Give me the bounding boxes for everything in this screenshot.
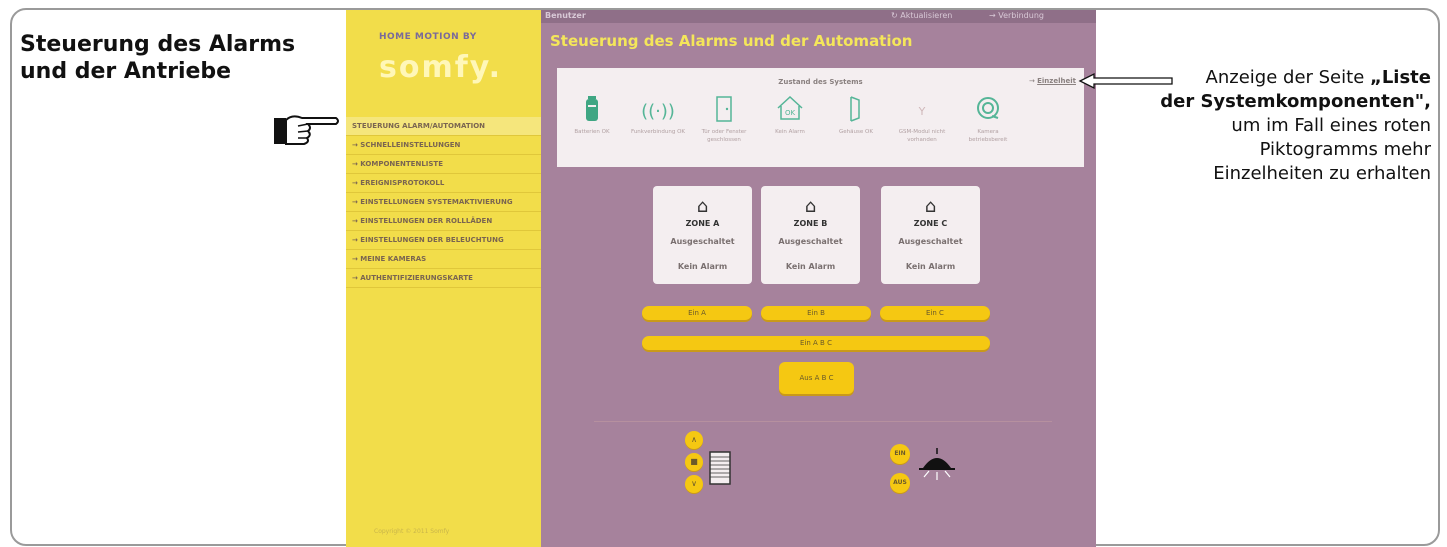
shutter-up-button[interactable]: ∧ (685, 431, 703, 449)
zone-c-card[interactable]: ⌂ ZONE C Ausgeschaltet Kein Alarm (881, 186, 980, 284)
menu-item-authentifizierungskarte[interactable]: → AUTHENTIFIZIERUNGSKARTE (346, 269, 541, 288)
heading-line-1: Steuerung des Alarms (20, 32, 296, 57)
status-item-house: OK Kein Alarm (761, 95, 819, 136)
zone-state: Ausgeschaltet (778, 237, 843, 246)
logo-tagline: HOME MOTION BY (379, 32, 477, 42)
zone-name: ZONE B (793, 219, 828, 228)
callout-line-4: Piktogramms mehr (1259, 139, 1431, 160)
callout-line-3: um im Fall eines roten (1231, 115, 1431, 136)
detail-link-label: Einzelheit (1037, 77, 1076, 85)
zone-b-card[interactable]: ⌂ ZONE B Ausgeschaltet Kein Alarm (761, 186, 860, 284)
callout-text: Anzeige der Seite „Liste der Systemkompo… (1111, 66, 1431, 186)
status-item-door: Tür oder Fenster geschlossen (695, 96, 753, 144)
heading-line-2: und der Antriebe (20, 59, 232, 84)
menu-item-kameras[interactable]: → MEINE KAMERAS (346, 250, 541, 269)
door-icon (695, 96, 753, 128)
ein-abc-button[interactable]: Ein A B C (642, 336, 990, 350)
divider (594, 421, 1052, 422)
somfy-logo: somfy. (379, 50, 502, 85)
callout-bold-2: der Systemkomponenten", (1160, 91, 1431, 112)
ein-c-button[interactable]: Ein C (880, 306, 990, 320)
light-off-button[interactable]: AUS (890, 473, 910, 493)
zone-state: Ausgeschaltet (670, 237, 735, 246)
lamp-icon (919, 448, 955, 480)
status-label: Kein Alarm (775, 129, 805, 135)
zone-name: ZONE C (913, 219, 948, 228)
status-label: Batterien OK (574, 129, 610, 135)
zone-name: ZONE A (685, 219, 720, 228)
light-on-button[interactable]: EIN (890, 444, 910, 464)
shutter-icon (709, 451, 731, 485)
menu-item-rolllaeden[interactable]: → EINSTELLUNGEN DER ROLLLÄDEN (346, 212, 541, 231)
menu-item-ereignisprotokoll[interactable]: → EREIGNISPROTOKOLL (346, 174, 541, 193)
top-bar: Benutzer ↻ Aktualisieren → Verbindung (541, 10, 1096, 23)
menu-item-steuerung[interactable]: STEUERUNG ALARM/AUTOMATION (346, 117, 541, 136)
copyright-text: Copyright © 2011 Somfy (374, 528, 450, 535)
page-title: Steuerung des Alarms und der Automation (550, 32, 913, 50)
status-label: Tür oder Fenster geschlossen (701, 129, 747, 143)
status-item-battery: Batterien OK (563, 96, 621, 136)
pointing-hand-icon (274, 115, 339, 145)
zone-alarm: Kein Alarm (905, 262, 956, 271)
connection-link[interactable]: → Verbindung (989, 11, 1044, 20)
status-title: Zustand des Systems (778, 78, 863, 86)
housing-icon (827, 96, 885, 128)
callout-bold-1: „Liste (1370, 67, 1431, 88)
shutter-stop-button[interactable]: ■ (685, 453, 703, 471)
shutter-down-button[interactable]: ∨ (685, 475, 703, 493)
svg-text:OK: OK (785, 109, 796, 117)
menu-item-schnelleinstellungen[interactable]: → SCHNELLEINSTELLUNGEN (346, 136, 541, 155)
aus-abc-button[interactable]: Aus A B C (779, 362, 854, 394)
menu-item-beleuchtung[interactable]: → EINSTELLUNGEN DER BELEUCHTUNG (346, 231, 541, 250)
callout-line-5: Einzelheiten zu erhalten (1213, 163, 1431, 184)
menu-item-systemaktivierung[interactable]: → EINSTELLUNGEN SYSTEMAKTIVIERUNG (346, 193, 541, 212)
document-heading: Steuerung des Alarms und der Antriebe (20, 31, 320, 85)
system-status-panel: Zustand des Systems → Einzelheit Batteri… (557, 68, 1084, 167)
app-screenshot: HOME MOTION BY somfy. STEUERUNG ALARM/AU… (346, 10, 1096, 547)
status-item-camera: Kamera betriebsbereit (959, 96, 1017, 144)
sidebar: HOME MOTION BY somfy. STEUERUNG ALARM/AU… (346, 10, 541, 547)
zone-house-icon: ⌂ (924, 196, 937, 217)
status-item-housing: Gehäuse OK (827, 96, 885, 136)
zone-a-card[interactable]: ⌂ ZONE A Ausgeschaltet Kein Alarm (653, 186, 752, 284)
radio-icon: ((·)) (641, 101, 675, 122)
user-label: Benutzer (545, 11, 586, 20)
house-ok-icon: OK (761, 95, 819, 128)
zone-alarm: Kein Alarm (785, 262, 836, 271)
detail-arrow: → (1029, 77, 1035, 85)
status-item-radio: ((·)) Funkverbindung OK (629, 96, 687, 136)
sidebar-menu: STEUERUNG ALARM/AUTOMATION → SCHNELLEINS… (346, 117, 541, 288)
camera-icon (959, 96, 1017, 128)
status-label: Gehäuse OK (839, 129, 873, 135)
zone-state: Ausgeschaltet (898, 237, 963, 246)
callout-prefix: Anzeige der Seite (1205, 67, 1370, 88)
status-label: Funkverbindung OK (630, 129, 686, 135)
gsm-icon: Y (918, 105, 926, 118)
status-label: GSM-Modul nicht vorhanden (898, 129, 946, 143)
zone-house-icon: ⌂ (696, 196, 709, 217)
refresh-link[interactable]: ↻ Aktualisieren (891, 11, 952, 20)
status-item-gsm: Y GSM-Modul nicht vorhanden (893, 96, 951, 144)
menu-item-komponentenliste[interactable]: → KOMPONENTENLISTE (346, 155, 541, 174)
ein-a-button[interactable]: Ein A (642, 306, 752, 320)
detail-link[interactable]: → Einzelheit (1029, 77, 1076, 85)
status-label: Kamera betriebsbereit (968, 129, 1008, 143)
zone-alarm: Kein Alarm (677, 262, 728, 271)
battery-icon (563, 96, 621, 128)
callout-line-1: Anzeige der Seite „Liste (1111, 66, 1431, 90)
zone-house-icon: ⌂ (804, 196, 817, 217)
ein-b-button[interactable]: Ein B (761, 306, 871, 320)
callout-line-2: der Systemkomponenten", (1111, 90, 1431, 114)
